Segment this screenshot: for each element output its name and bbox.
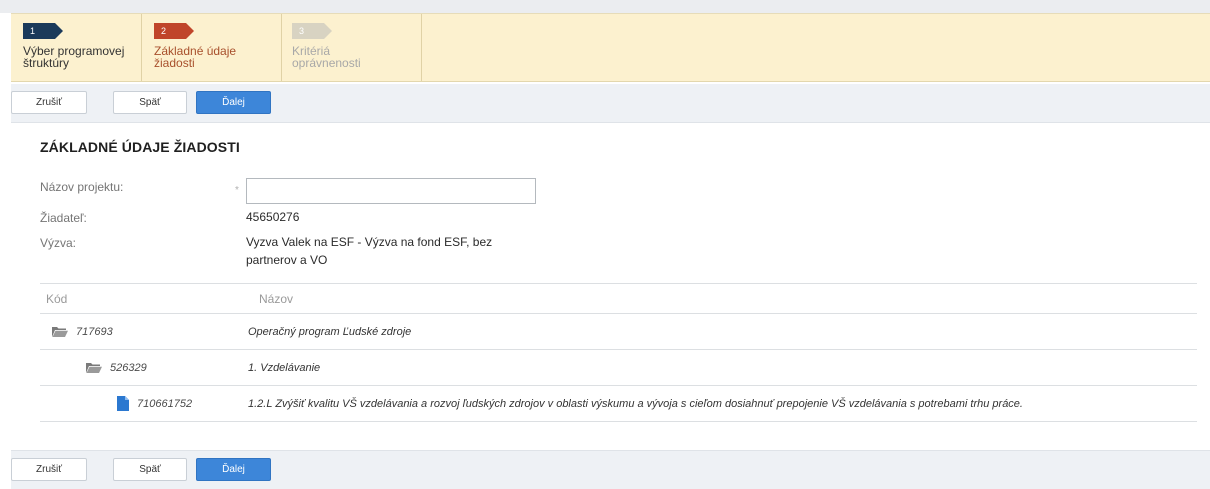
table-row[interactable]: 710661752 1.2.L Zvýšiť kvalitu VŠ vzdelá… (40, 386, 1197, 422)
wizard-step-2[interactable]: 2 Základné údaje žiadosti (142, 14, 282, 81)
step-number-badge: 1 (23, 23, 63, 39)
project-name-label: Názov projektu: (40, 180, 124, 194)
table-header: Kód Názov (40, 284, 1197, 314)
row-code: 710661752 (137, 397, 193, 410)
next-button[interactable]: Ďalej (196, 458, 271, 481)
step-number-badge: 3 (292, 23, 332, 39)
wizard-step-1[interactable]: 1 Výber programovej štruktúry (11, 14, 142, 81)
step-number-badge: 2 (154, 23, 194, 39)
cancel-button[interactable]: Zrušiť (11, 91, 87, 114)
table-row[interactable]: 717693 Operačný program Ľudské zdroje (40, 314, 1197, 350)
row-name: Operačný program Ľudské zdroje (248, 325, 412, 338)
call-value: Vyzva Valek na ESF - Výzva na fond ESF, … (246, 235, 493, 267)
code-cell: 526329 (86, 350, 147, 385)
code-cell: 717693 (52, 314, 113, 349)
top-strip (0, 0, 1210, 13)
step-label: Kritériá oprávnenosti (292, 44, 361, 70)
back-button[interactable]: Späť (113, 458, 187, 481)
call-label: Výzva: (40, 236, 77, 250)
folder-icon (52, 327, 68, 337)
cancel-button[interactable]: Zrušiť (11, 458, 87, 481)
bottom-button-bar: Zrušiť Späť Ďalej (11, 450, 1210, 489)
row-code: 526329 (110, 361, 147, 374)
required-marker: * (235, 185, 239, 196)
next-button[interactable]: Ďalej (196, 91, 271, 114)
column-header-code: Kód (46, 291, 68, 306)
table-row[interactable]: 526329 1. Vzdelávanie (40, 350, 1197, 386)
wizard-steps: 1 Výber programovej štruktúry 2 Základné… (11, 13, 1210, 82)
applicant-value: 45650276 (246, 210, 300, 224)
top-button-bar: Zrušiť Späť Ďalej (11, 84, 1210, 123)
row-name: 1. Vzdelávanie (248, 361, 321, 374)
document-icon (117, 396, 129, 411)
project-name-input[interactable] (246, 178, 536, 204)
column-header-name: Názov (259, 291, 294, 306)
wizard-step-3: 3 Kritériá oprávnenosti (282, 14, 422, 81)
page-title: ZÁKLADNÉ ÚDAJE ŽIADOSTI (40, 139, 240, 155)
row-name: 1.2.L Zvýšiť kvalitu VŠ vzdelávania a ro… (248, 397, 1023, 410)
step-label: Základné údaje žiadosti (154, 44, 237, 70)
back-button[interactable]: Späť (113, 91, 187, 114)
step-label: Výber programovej štruktúry (23, 44, 125, 70)
code-cell: 710661752 (117, 386, 192, 421)
program-structure-table: Kód Názov 717693 Operačný program Ľudské… (40, 283, 1197, 422)
applicant-label: Žiadateľ: (40, 211, 87, 225)
folder-icon (86, 363, 102, 373)
row-code: 717693 (76, 325, 113, 338)
